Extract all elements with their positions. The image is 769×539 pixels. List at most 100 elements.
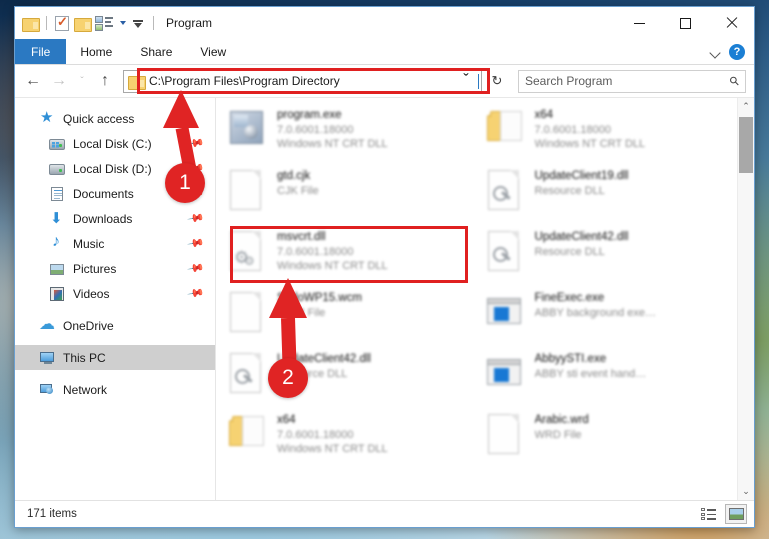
- file-name: msvcrt.dll: [277, 231, 326, 243]
- file-name: UpdateClient42.dll: [534, 231, 629, 243]
- sidebar-item-videos[interactable]: Videos 📌: [15, 281, 215, 306]
- resource-dll-icon: [484, 168, 526, 214]
- sidebar-item-network[interactable]: Network: [15, 377, 215, 402]
- file-name: program.exe: [277, 109, 342, 121]
- address-folder-icon: [128, 75, 146, 90]
- details-view-button[interactable]: [697, 504, 719, 524]
- pin-icon[interactable]: 📌: [187, 209, 206, 228]
- maximize-button[interactable]: [662, 7, 708, 39]
- documents-icon: [49, 186, 65, 202]
- file-list: program.exe 7.0.6001.18000 Windows NT CR…: [216, 98, 737, 500]
- file-description: Resource DLL: [534, 246, 605, 258]
- sidebar-item-label: Quick access: [63, 111, 135, 126]
- sidebar-item-label: Pictures: [73, 261, 117, 276]
- sidebar-item-label: Music: [73, 236, 105, 251]
- view-options-icon[interactable]: [95, 15, 115, 31]
- address-dropdown-icon[interactable]: ˇ: [459, 72, 473, 90]
- file-description: Resource DLL: [534, 185, 605, 197]
- file-item-fineexec-exe[interactable]: FineExec.exe ABBY background exe…: [480, 287, 738, 348]
- file-item-gtd-cjk[interactable]: gtd.cjk CJK File: [222, 165, 480, 226]
- file-description: ABBY sti event hand…: [534, 368, 647, 380]
- vertical-scrollbar[interactable]: ⌃ ⌄: [737, 98, 754, 500]
- file-item-program-exe[interactable]: program.exe 7.0.6001.18000 Windows NT CR…: [222, 104, 480, 165]
- resource-dll-icon: [226, 351, 268, 397]
- window-title: Program: [166, 16, 213, 30]
- file-description: CJK File: [277, 185, 319, 197]
- tab-home[interactable]: Home: [66, 39, 126, 64]
- sidebar-item-downloads[interactable]: Downloads 📌: [15, 206, 215, 231]
- pin-icon[interactable]: 📌: [187, 259, 206, 278]
- pin-icon[interactable]: 📌: [187, 134, 206, 153]
- file-item-x64-top[interactable]: x64 7.0.6001.18000 Windows NT CRT DLL: [480, 104, 738, 165]
- sidebar-item-this-pc[interactable]: This PC: [15, 345, 215, 370]
- blank-page-icon: [226, 290, 268, 336]
- up-button[interactable]: ↑: [93, 69, 117, 93]
- qat-dropdown-icon[interactable]: [131, 16, 145, 30]
- file-name: SpdoWP15.wcm: [277, 292, 363, 304]
- scroll-up-arrow-icon[interactable]: ⌃: [738, 98, 754, 115]
- file-name: Arabic.wrd: [534, 414, 589, 426]
- sidebar-item-pictures[interactable]: Pictures 📌: [15, 256, 215, 281]
- file-version: 7.0.6001.18000: [277, 429, 354, 441]
- tab-share[interactable]: Share: [126, 39, 186, 64]
- address-path-text: C:\Program Files\Program Directory: [149, 74, 340, 88]
- recent-locations-button[interactable]: ˇ: [73, 69, 91, 93]
- forward-button[interactable]: →: [47, 69, 71, 93]
- view-mode-buttons: [697, 504, 747, 524]
- tab-view[interactable]: View: [186, 39, 240, 64]
- blank-page-icon: [484, 412, 526, 458]
- hard-drive-icon: [49, 161, 65, 177]
- explorer-body: Quick access Local Disk (C:) 📌 Local Dis…: [15, 97, 754, 500]
- videos-icon: [49, 286, 65, 302]
- file-item-updateclient42-dll-left[interactable]: UpdateClient42.dll Resource DLL: [222, 348, 480, 409]
- window-controls: [616, 7, 754, 39]
- address-bar[interactable]: C:\Program Files\Program Directory ˇ: [123, 69, 482, 93]
- this-pc-icon: [39, 350, 55, 366]
- sidebar-item-label: Videos: [73, 286, 110, 301]
- tab-file[interactable]: File: [15, 39, 67, 64]
- file-item-x64-bottom[interactable]: x64 7.0.6001.18000 Windows NT CRT DLL: [222, 409, 480, 470]
- close-button[interactable]: [708, 7, 754, 39]
- back-button[interactable]: ←: [21, 69, 45, 93]
- sidebar-item-label: OneDrive: [63, 318, 114, 333]
- file-item-updateclient19-dll[interactable]: UpdateClient19.dll Resource DLL: [480, 165, 738, 226]
- pictures-icon: [49, 261, 65, 277]
- folder-icon: [226, 412, 268, 458]
- address-field[interactable]: C:\Program Files\Program Directory ˇ: [123, 69, 482, 93]
- file-item-updateclient42-dll-right[interactable]: UpdateClient42.dll Resource DLL: [480, 226, 738, 287]
- file-version: 7.0.6001.18000: [277, 124, 354, 136]
- app-window-icon: [484, 290, 526, 336]
- file-explorer-window: Program File Home Share View ?: [14, 6, 755, 528]
- properties-icon[interactable]: [55, 14, 69, 31]
- file-item-msvcrt-dll[interactable]: msvcrt.dll 7.0.6001.18000 Windows NT CRT…: [222, 226, 480, 287]
- new-folder-icon[interactable]: [74, 17, 92, 32]
- sidebar-item-local-disk-c[interactable]: Local Disk (C:) 📌: [15, 131, 215, 156]
- address-cursor: [478, 73, 479, 89]
- folder-icon[interactable]: [22, 17, 40, 32]
- scroll-down-arrow-icon[interactable]: ⌄: [738, 483, 754, 500]
- sidebar-item-quick-access[interactable]: Quick access: [15, 106, 215, 131]
- large-icons-view-button[interactable]: [725, 504, 747, 524]
- network-icon: [39, 382, 55, 398]
- sidebar-item-label: Network: [63, 382, 108, 397]
- scrollbar-thumb[interactable]: [739, 117, 753, 173]
- qat-caret-icon[interactable]: [120, 21, 126, 25]
- pin-icon[interactable]: 📌: [187, 284, 206, 303]
- help-icon[interactable]: ?: [729, 43, 745, 60]
- sidebar-item-music[interactable]: Music 📌: [15, 231, 215, 256]
- file-version: 7.0.6001.18000: [534, 124, 611, 136]
- maximize-icon: [679, 17, 691, 29]
- search-input[interactable]: Search Program ⚲: [518, 69, 746, 93]
- app-window-icon: [484, 351, 526, 397]
- file-item-arabic-wrd[interactable]: Arabic.wrd WRD File: [480, 409, 738, 470]
- sidebar-item-onedrive[interactable]: OneDrive: [15, 313, 215, 338]
- ribbon-right-controls: ?: [711, 39, 754, 64]
- file-item-abbyysti-exe[interactable]: AbbyySTI.exe ABBY sti event hand…: [480, 348, 738, 409]
- file-name: FineExec.exe: [534, 292, 605, 304]
- minimize-button[interactable]: [616, 7, 662, 39]
- refresh-button[interactable]: ↻: [486, 70, 508, 93]
- chevron-down-icon[interactable]: [711, 47, 721, 57]
- quick-access-star-icon: [39, 108, 55, 127]
- file-item-spdowp15-wcm[interactable]: SpdoWP15.wcm WCM File: [222, 287, 480, 348]
- pin-icon[interactable]: 📌: [187, 234, 206, 253]
